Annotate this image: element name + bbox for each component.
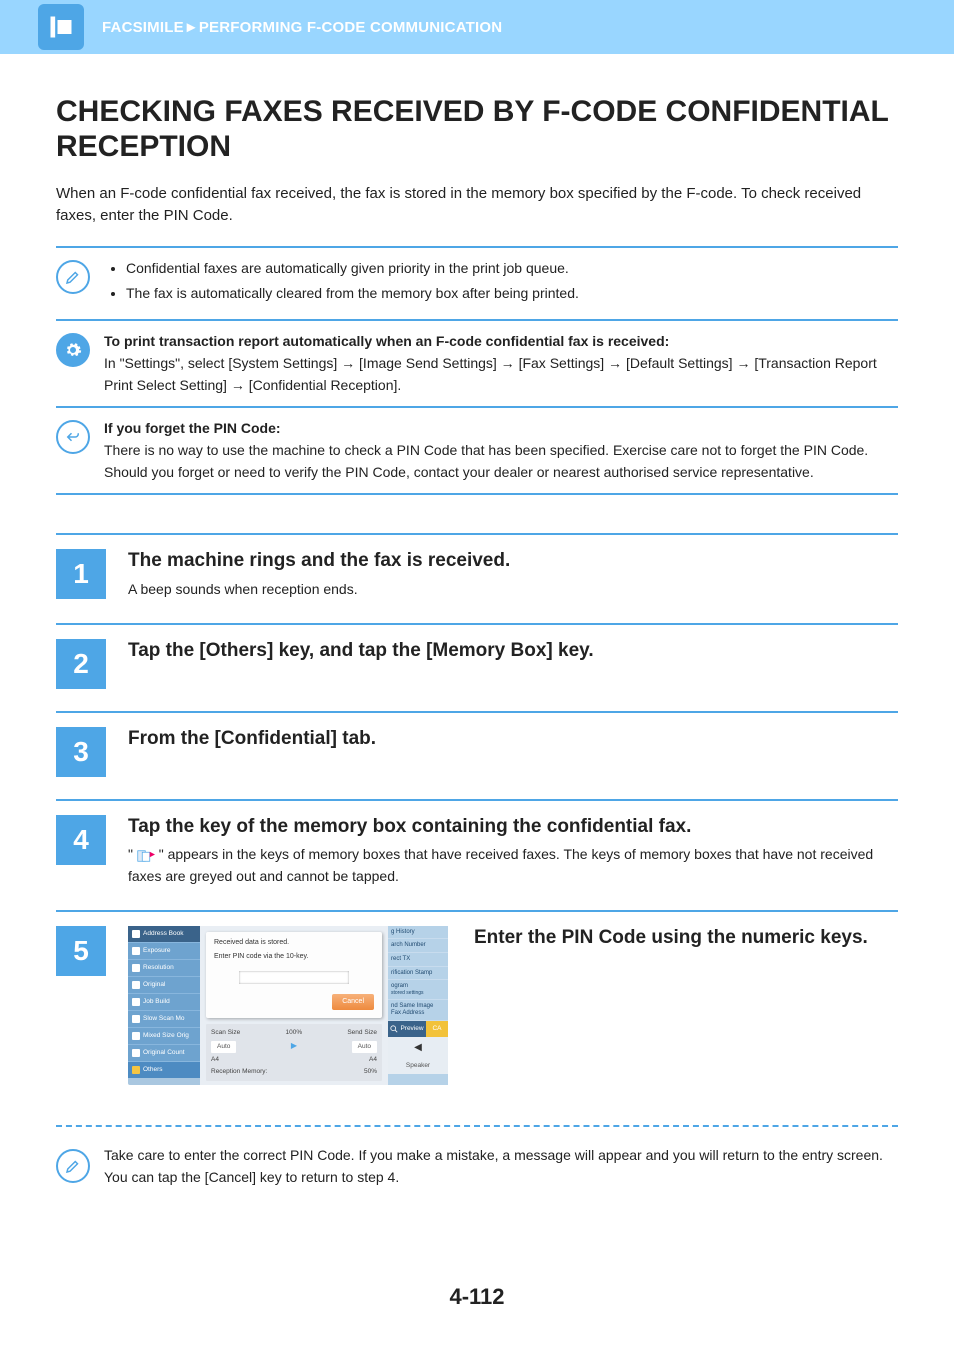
job-build-icon	[132, 998, 140, 1006]
scan-size-label: Scan Size	[211, 1028, 240, 1038]
step-4: 4 Tap the key of the memory box containi…	[56, 799, 898, 910]
reception-memory-label: Reception Memory:	[211, 1067, 267, 1077]
step-1-text: A beep sounds when reception ends.	[128, 579, 898, 601]
step-5: 5 Address Book Exposure Resolution Origi…	[56, 910, 898, 1107]
pin-dialog: Received data is stored. Enter PIN code …	[206, 932, 382, 1019]
shot-left-panel: Address Book Exposure Resolution Origina…	[128, 926, 200, 1085]
back-icon	[56, 420, 90, 454]
step-number-3: 3	[56, 727, 106, 777]
note-forget-pin-text: There is no way to use the machine to ch…	[104, 442, 868, 480]
send-a4: A4	[369, 1055, 377, 1065]
preview-button[interactable]: Preview	[388, 1021, 426, 1037]
send-size-label: Send Size	[347, 1028, 377, 1038]
note-bullet-cleared: The fax is automatically cleared from th…	[126, 283, 898, 305]
dialog-msg-2: Enter PIN code via the 10-key.	[214, 952, 374, 963]
tail-note-text: Take care to enter the correct PIN Code.…	[104, 1145, 898, 1188]
arrow-icon: ▶	[291, 1040, 297, 1052]
right-rect-tx[interactable]: rect TX	[388, 953, 448, 967]
right-program[interactable]: ogram stored settings	[388, 980, 448, 1000]
note-priority-body: Confidential faxes are automatically giv…	[104, 258, 898, 309]
exposure-icon	[132, 947, 140, 955]
note-bullet-priority: Confidential faxes are automatically giv…	[126, 258, 898, 280]
right-verification-stamp[interactable]: rification Stamp	[388, 967, 448, 981]
dialog-msg-1: Received data is stored.	[214, 938, 374, 949]
step-number-4: 4	[56, 815, 106, 865]
step-1-title: The machine rings and the fax is receive…	[128, 549, 898, 573]
note-forget-pin: If you forget the PIN Code: There is no …	[56, 406, 898, 495]
step-3-title: From the [Confidential] tab.	[128, 727, 898, 751]
note-report-text: In "Settings", select [System Settings] …	[104, 355, 877, 393]
star-icon	[132, 1066, 140, 1074]
note-forget-pin-heading: If you forget the PIN Code:	[104, 420, 281, 436]
original-icon	[132, 981, 140, 989]
note-report-body: To print transaction report automaticall…	[104, 331, 898, 396]
step-5-title: Enter the PIN Code using the numeric key…	[474, 926, 898, 950]
gear-icon	[56, 333, 90, 367]
breadcrumb: FACSIMILE►PERFORMING F-CODE COMMUNICATIO…	[102, 19, 502, 36]
right-history[interactable]: g History	[388, 926, 448, 940]
step-4-text: " " appears in the keys of memory boxes …	[128, 844, 898, 887]
shot-address-book[interactable]: Address Book	[128, 926, 200, 942]
shot-resolution[interactable]: Resolution	[128, 959, 200, 976]
book-icon	[132, 930, 140, 938]
step-number-1: 1	[56, 549, 106, 599]
steps-list: 1 The machine rings and the fax is recei…	[56, 533, 898, 1107]
magnifier-icon	[390, 1025, 398, 1033]
ca-button[interactable]: CA	[426, 1021, 448, 1037]
mixed-size-icon	[132, 1032, 140, 1040]
shot-others[interactable]: Others	[128, 1061, 200, 1078]
tail-note: Take care to enter the correct PIN Code.…	[56, 1139, 898, 1194]
note-report: To print transaction report automaticall…	[56, 319, 898, 406]
pencil-icon	[56, 260, 90, 294]
step-4-title: Tap the key of the memory box containing…	[128, 815, 898, 839]
reception-memory-value: 50%	[364, 1067, 377, 1077]
scan-size-auto[interactable]: Auto	[211, 1041, 236, 1053]
ratio-label: 100%	[286, 1028, 303, 1038]
intro-text: When an F-code confidential fax received…	[56, 183, 898, 228]
received-fax-icon	[137, 850, 155, 862]
speaker-button[interactable]: Speaker	[388, 1058, 448, 1074]
page-content: CHECKING FAXES RECEIVED BY F-CODE CONFID…	[0, 54, 954, 1194]
scan-info-bar: Scan Size 100% Send Size Auto ▶ Auto	[206, 1024, 382, 1081]
right-search-number[interactable]: arch Number	[388, 939, 448, 953]
original-count-icon	[132, 1049, 140, 1057]
note-forget-pin-body: If you forget the PIN Code: There is no …	[104, 418, 898, 483]
shot-job-build[interactable]: Job Build	[128, 993, 200, 1010]
scan-a4: A4	[211, 1055, 219, 1065]
step-number-2: 2	[56, 639, 106, 689]
right-send-same-image[interactable]: nd Same Image Fax Address	[388, 1000, 448, 1020]
send-size-auto[interactable]: Auto	[352, 1041, 377, 1053]
pencil-icon	[56, 1149, 90, 1183]
shot-right-panel: g History arch Number rect TX rification…	[388, 926, 448, 1085]
notes-block: Confidential faxes are automatically giv…	[56, 246, 898, 496]
note-priority: Confidential faxes are automatically giv…	[56, 246, 898, 319]
shot-original-count[interactable]: Original Count	[128, 1044, 200, 1061]
step-number-5: 5	[56, 926, 106, 976]
cancel-button[interactable]: Cancel	[332, 994, 374, 1011]
shot-slow-scan[interactable]: Slow Scan Mo	[128, 1010, 200, 1027]
page-title: CHECKING FAXES RECEIVED BY F-CODE CONFID…	[56, 94, 898, 165]
page-header: FACSIMILE►PERFORMING F-CODE COMMUNICATIO…	[0, 0, 954, 54]
fax-section-icon	[38, 4, 84, 50]
slow-scan-icon	[132, 1015, 140, 1023]
step-4-text-before: "	[128, 846, 137, 862]
shot-exposure[interactable]: Exposure	[128, 942, 200, 959]
step-2: 2 Tap the [Others] key, and tap the [Mem…	[56, 623, 898, 711]
speaker-play-icon[interactable]: ◀	[388, 1037, 448, 1059]
shot-center-panel: Received data is stored. Enter PIN code …	[200, 926, 388, 1085]
step-3: 3 From the [Confidential] tab.	[56, 711, 898, 799]
note-report-heading: To print transaction report automaticall…	[104, 333, 669, 349]
resolution-icon	[132, 964, 140, 972]
step-4-text-after: " appears in the keys of memory boxes th…	[128, 846, 873, 884]
device-screenshot: Address Book Exposure Resolution Origina…	[128, 926, 448, 1085]
page-number: 4-112	[0, 1284, 954, 1310]
shot-original[interactable]: Original	[128, 976, 200, 993]
pin-input-field[interactable]	[239, 971, 349, 984]
step-2-title: Tap the [Others] key, and tap the [Memor…	[128, 639, 898, 663]
step-1: 1 The machine rings and the fax is recei…	[56, 533, 898, 622]
shot-mixed-size[interactable]: Mixed Size Orig	[128, 1027, 200, 1044]
dashed-divider	[56, 1125, 898, 1127]
